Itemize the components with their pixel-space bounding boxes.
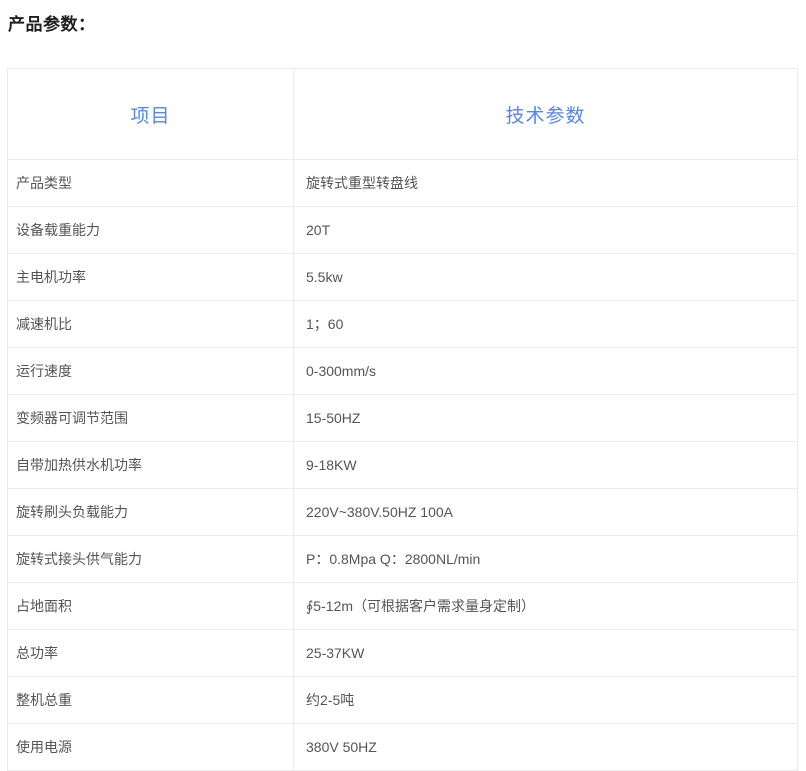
row-label: 总功率 bbox=[8, 630, 294, 677]
row-value: 1；60 bbox=[294, 301, 798, 348]
table-header-row: 项目 技术参数 bbox=[8, 69, 798, 160]
row-label: 产品类型 bbox=[8, 160, 294, 207]
table-row: 产品类型 旋转式重型转盘线 bbox=[8, 160, 798, 207]
row-value: 380V 50HZ bbox=[294, 724, 798, 771]
table-row: 主电机功率 5.5kw bbox=[8, 254, 798, 301]
table-row: 设备载重能力 20T bbox=[8, 207, 798, 254]
row-label: 自带加热供水机功率 bbox=[8, 442, 294, 489]
row-value: ∮5-12m（可根据客户需求量身定制） bbox=[294, 583, 798, 630]
table-row: 变频器可调节范围 15-50HZ bbox=[8, 395, 798, 442]
row-label: 占地面积 bbox=[8, 583, 294, 630]
row-label: 使用电源 bbox=[8, 724, 294, 771]
row-value: 20T bbox=[294, 207, 798, 254]
row-value: P：0.8Mpa Q：2800NL/min bbox=[294, 536, 798, 583]
product-parameters-table: 项目 技术参数 产品类型 旋转式重型转盘线 设备载重能力 20T 主电机功率 5… bbox=[7, 68, 798, 771]
table-row: 减速机比 1；60 bbox=[8, 301, 798, 348]
row-value: 旋转式重型转盘线 bbox=[294, 160, 798, 207]
table-row: 总功率 25-37KW bbox=[8, 630, 798, 677]
table-row: 旋转式接头供气能力 P：0.8Mpa Q：2800NL/min bbox=[8, 536, 798, 583]
row-value: 0-300mm/s bbox=[294, 348, 798, 395]
column-header-spec: 技术参数 bbox=[294, 69, 798, 160]
row-value: 约2-5吨 bbox=[294, 677, 798, 724]
table-row: 运行速度 0-300mm/s bbox=[8, 348, 798, 395]
row-value: 15-50HZ bbox=[294, 395, 798, 442]
row-label: 设备载重能力 bbox=[8, 207, 294, 254]
table-row: 使用电源 380V 50HZ bbox=[8, 724, 798, 771]
row-label: 旋转刷头负载能力 bbox=[8, 489, 294, 536]
table-row: 旋转刷头负载能力 220V~380V.50HZ 100A bbox=[8, 489, 798, 536]
row-label: 变频器可调节范围 bbox=[8, 395, 294, 442]
row-value: 25-37KW bbox=[294, 630, 798, 677]
row-label: 运行速度 bbox=[8, 348, 294, 395]
row-label: 减速机比 bbox=[8, 301, 294, 348]
table-row: 整机总重 约2-5吨 bbox=[8, 677, 798, 724]
row-value: 9-18KW bbox=[294, 442, 798, 489]
column-header-item: 项目 bbox=[8, 69, 294, 160]
row-label: 主电机功率 bbox=[8, 254, 294, 301]
page-title: 产品参数： bbox=[8, 10, 96, 35]
row-label: 整机总重 bbox=[8, 677, 294, 724]
row-value: 220V~380V.50HZ 100A bbox=[294, 489, 798, 536]
row-value: 5.5kw bbox=[294, 254, 798, 301]
table-row: 占地面积 ∮5-12m（可根据客户需求量身定制） bbox=[8, 583, 798, 630]
table-row: 自带加热供水机功率 9-18KW bbox=[8, 442, 798, 489]
row-label: 旋转式接头供气能力 bbox=[8, 536, 294, 583]
